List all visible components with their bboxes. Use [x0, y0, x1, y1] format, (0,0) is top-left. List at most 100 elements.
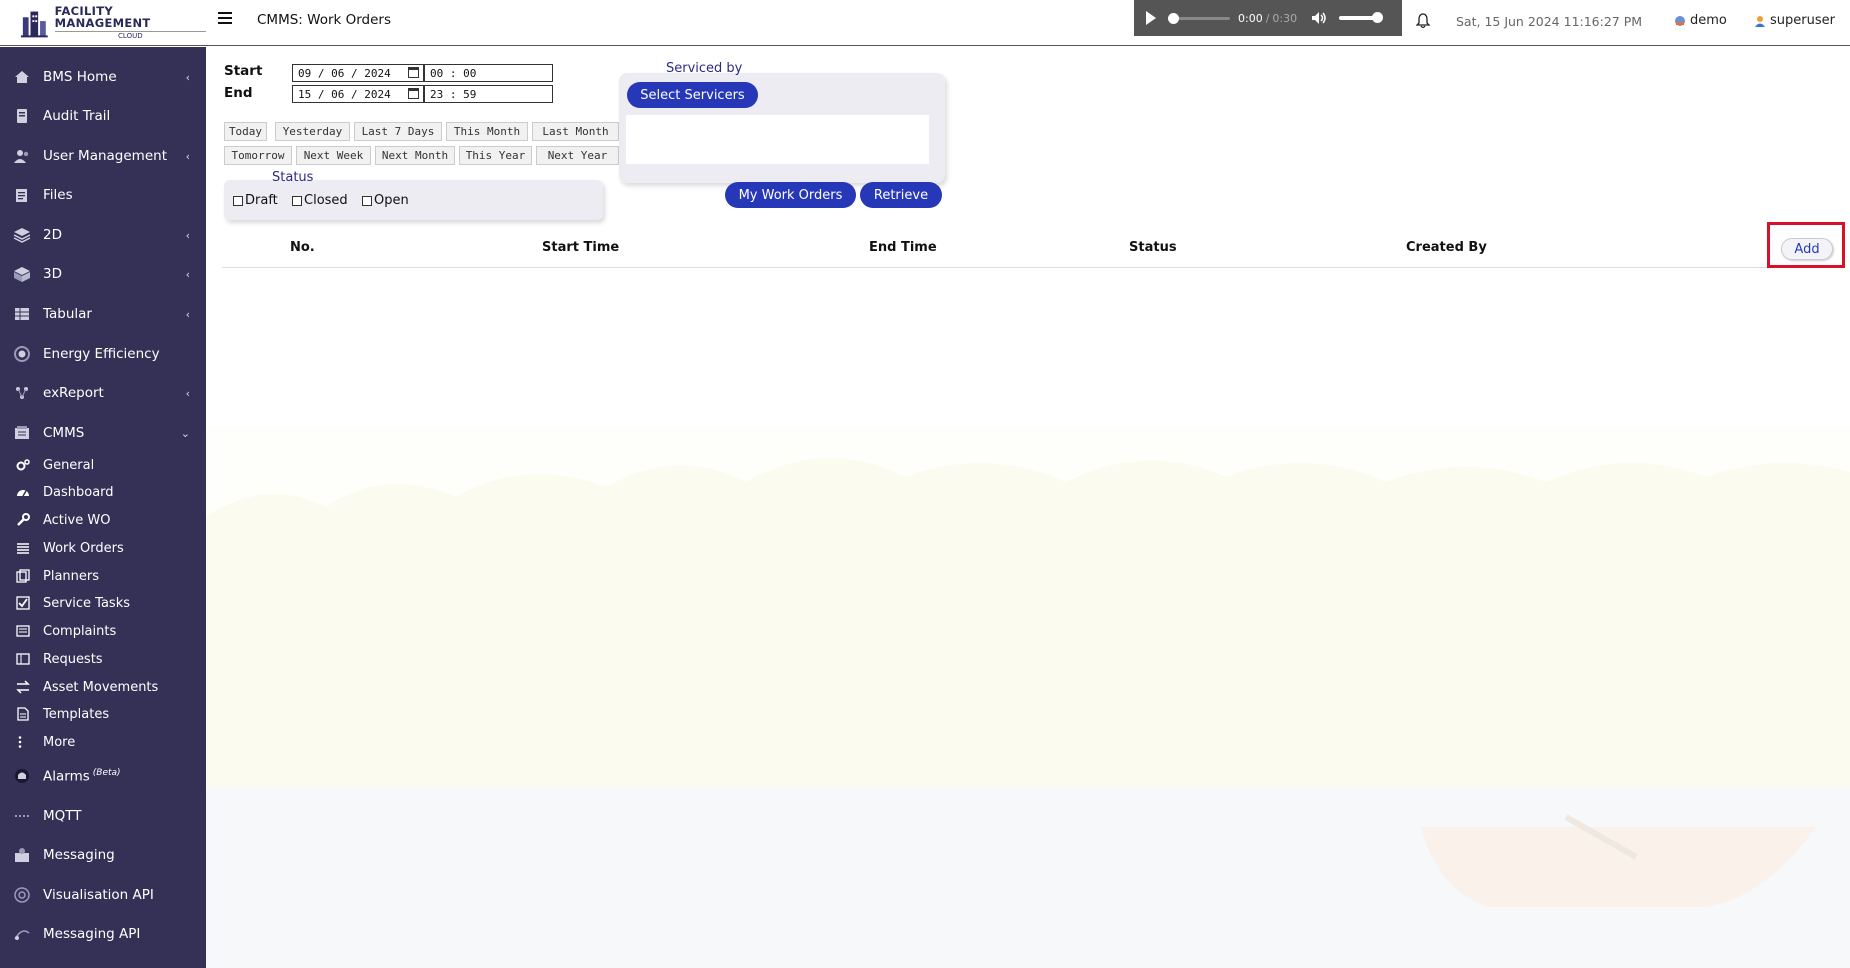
messaging-api-icon	[13, 925, 31, 943]
sidebar-item-energy-efficiency[interactable]: Energy Efficiency	[0, 339, 206, 369]
column-header-start-time[interactable]: Start Time	[542, 240, 619, 255]
column-header-no[interactable]: No.	[290, 240, 315, 255]
building-logo-icon	[20, 11, 48, 38]
quick-tomorrow-button[interactable]: Tomorrow	[224, 146, 292, 165]
sidebar-item-label: 2D	[43, 227, 62, 243]
servicers-list	[626, 115, 929, 164]
beta-badge: (Beta)	[92, 767, 121, 778]
site-selector[interactable]: demo	[1674, 13, 1727, 28]
sidebar-item-label: User Management	[43, 148, 167, 164]
quick-next-month-button[interactable]: Next Month	[375, 146, 455, 165]
sidebar-item-tabular[interactable]: Tabular ‹	[0, 299, 206, 329]
sidebar-item-mqtt[interactable]: MQTT	[0, 801, 206, 831]
sidebar-item-cmms[interactable]: CMMS ⌄	[0, 418, 206, 448]
menu-toggle-icon[interactable]	[218, 12, 232, 26]
api-icon	[13, 886, 31, 904]
calendar-icon[interactable]	[408, 67, 419, 78]
sidebar-item-2d[interactable]: 2D ‹	[0, 220, 206, 250]
sidebar-item-user-management[interactable]: User Management ‹	[0, 141, 206, 171]
sidebar-subitem-requests[interactable]: Requests	[0, 644, 206, 674]
sidebar-subitem-dashboard[interactable]: Dashboard	[0, 477, 206, 507]
sidebar-item-label: Energy Efficiency	[43, 346, 160, 362]
notification-bell-icon[interactable]	[1416, 13, 1430, 29]
column-header-status[interactable]: Status	[1129, 240, 1177, 255]
status-draft-checkbox[interactable]: Draft	[233, 193, 278, 208]
sidebar-subitem-more[interactable]: More	[0, 727, 206, 757]
status-closed-checkbox[interactable]: Closed	[292, 193, 348, 208]
user-name: superuser	[1770, 13, 1835, 28]
sidebar-item-alarms[interactable]: Alarms (Beta)	[0, 761, 206, 791]
end-date-input[interactable]: 15 / 06 / 2024	[292, 85, 424, 103]
end-time-input[interactable]: 23 : 59	[424, 85, 553, 103]
chevron-left-icon: ‹	[185, 267, 190, 281]
cogs-icon	[16, 458, 30, 472]
quick-this-year-button[interactable]: This Year	[459, 146, 532, 165]
sidebar-item-visualisation-api[interactable]: Visualisation API	[0, 880, 206, 910]
sidebar-subitem-asset-movements[interactable]: Asset Movements	[0, 672, 206, 702]
checkbox-box[interactable]	[292, 195, 302, 206]
sidebar-item-label: Asset Movements	[43, 679, 159, 695]
sidebar-item-label: MQTT	[43, 808, 82, 824]
main-content: Start End 09 / 06 / 2024 00 : 00 15 / 06…	[206, 47, 1850, 968]
quick-today-button[interactable]: Today	[224, 122, 267, 141]
select-servicers-button[interactable]: Select Servicers	[627, 82, 758, 108]
request-icon	[16, 652, 30, 666]
sidebar-subitem-planners[interactable]: Planners	[0, 561, 206, 591]
start-time-input[interactable]: 00 : 00	[424, 64, 553, 82]
sidebar-item-exreport[interactable]: exReport ‹	[0, 378, 206, 408]
sidebar-item-label: Visualisation API	[43, 887, 154, 903]
sidebar-item-label: Alarms (Beta)	[43, 768, 121, 785]
volume-slider[interactable]	[1339, 12, 1384, 23]
sidebar-subitem-templates[interactable]: Templates	[0, 699, 206, 729]
sidebar-item-label: Work Orders	[43, 540, 124, 556]
audio-seek-slider[interactable]	[1168, 12, 1230, 24]
quick-this-month-button[interactable]: This Month	[446, 122, 528, 141]
logo-title: FACILITY MANAGEMENT	[54, 4, 151, 30]
page-title: CMMS: Work Orders	[257, 12, 392, 28]
end-label: End	[224, 85, 253, 101]
column-header-created-by[interactable]: Created By	[1406, 240, 1487, 255]
quick-last-month-button[interactable]: Last Month	[532, 122, 619, 141]
sidebar-item-files[interactable]: Files	[0, 180, 206, 210]
sidebar-item-label: Tabular	[43, 306, 92, 322]
sidebar-subitem-service-tasks[interactable]: Service Tasks	[0, 588, 206, 618]
quick-yesterday-button[interactable]: Yesterday	[275, 122, 350, 141]
app-logo[interactable]: FACILITY MANAGEMENT CLOUD	[0, 0, 206, 46]
retrieve-button[interactable]: Retrieve	[860, 182, 942, 208]
my-work-orders-button[interactable]: My Work Orders	[725, 182, 856, 208]
work-orders-table-header: No. Start Time End Time Status Created B…	[222, 227, 1842, 268]
cube-icon	[13, 265, 31, 283]
sidebar-item-messaging[interactable]: Messaging	[0, 840, 206, 870]
checkbox-box[interactable]	[362, 195, 372, 206]
sidebar-item-3d[interactable]: 3D ‹	[0, 259, 206, 289]
quick-last-7-days-button[interactable]: Last 7 Days	[354, 122, 442, 141]
quick-next-week-button[interactable]: Next Week	[296, 146, 371, 165]
volume-icon[interactable]	[1311, 11, 1327, 25]
audio-player: 0:00 / 0:30	[1134, 0, 1402, 36]
audit-icon	[13, 107, 31, 125]
messaging-icon	[13, 846, 31, 864]
mqtt-icon	[13, 807, 31, 825]
sidebar-item-messaging-api[interactable]: Messaging API	[0, 919, 206, 949]
sidebar-subitem-active-wo[interactable]: Active WO	[0, 505, 206, 535]
play-icon[interactable]	[1146, 11, 1156, 25]
add-work-order-button[interactable]: Add	[1781, 238, 1833, 260]
calendar-icon[interactable]	[408, 88, 419, 99]
start-date-input[interactable]: 09 / 06 / 2024	[292, 64, 424, 82]
sidebar-item-audit-trail[interactable]: Audit Trail	[0, 101, 206, 131]
sidebar-item-label: Planners	[43, 568, 100, 584]
checkbox-box[interactable]	[233, 195, 243, 206]
home-icon	[13, 68, 31, 86]
top-bar: FACILITY MANAGEMENT CLOUD CMMS: Work Ord…	[0, 0, 1850, 46]
report-icon	[13, 384, 31, 402]
column-header-end-time[interactable]: End Time	[869, 240, 937, 255]
sidebar-subitem-work-orders[interactable]: Work Orders	[0, 533, 206, 563]
quick-next-year-button[interactable]: Next Year	[536, 146, 619, 165]
sidebar-item-label: Dashboard	[43, 484, 114, 500]
status-filter-title: Status	[272, 170, 314, 185]
sidebar-subitem-complaints[interactable]: Complaints	[0, 616, 206, 646]
user-menu[interactable]: superuser	[1754, 13, 1835, 28]
status-open-checkbox[interactable]: Open	[362, 193, 409, 208]
sidebar-item-bms-home[interactable]: BMS Home ‹	[0, 62, 206, 92]
sidebar-subitem-general[interactable]: General	[0, 450, 206, 480]
